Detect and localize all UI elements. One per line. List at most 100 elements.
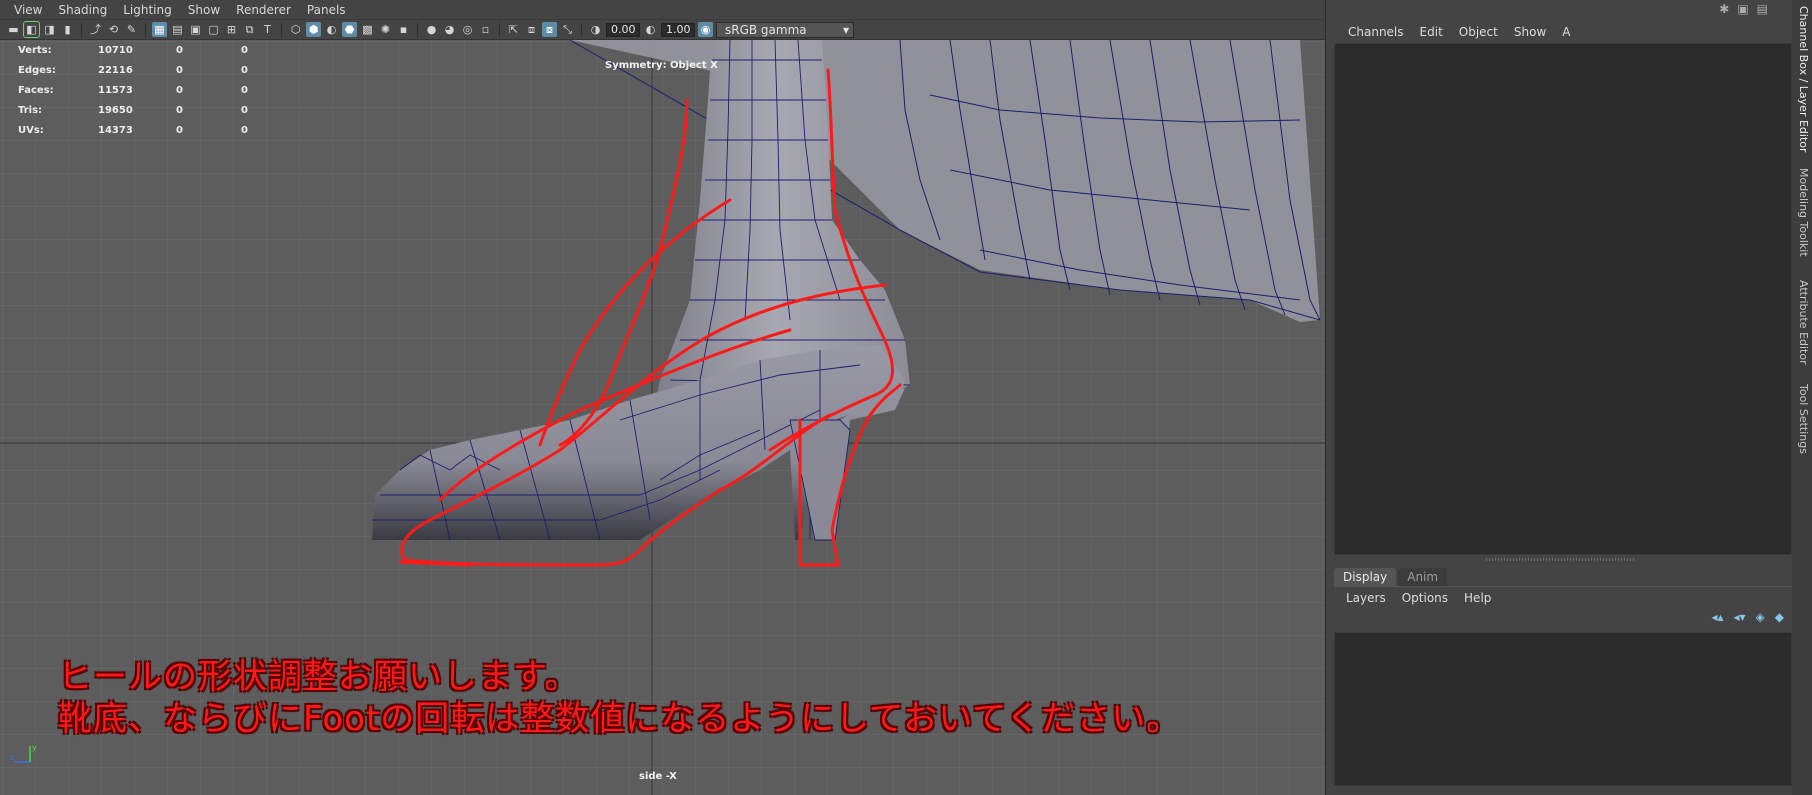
layer-editor-tabs: Display Anim	[1334, 568, 1448, 586]
menu-layers[interactable]: Layers	[1338, 588, 1394, 608]
shadows-icon[interactable]: ▪	[396, 22, 411, 37]
hud-row-tris: Tris: 19650 0 0	[18, 100, 281, 120]
two-d-pan-icon[interactable]: ⟲	[106, 22, 121, 37]
hud-value: 0	[176, 44, 183, 56]
xray-joints-icon[interactable]: ⧇	[542, 22, 557, 37]
new-empty-layer-icon[interactable]: ◈	[1756, 610, 1765, 624]
menu-options[interactable]: Options	[1394, 588, 1456, 608]
layer-action-icons: ◂▴ ◂▾ ◈ ◆	[1711, 610, 1784, 624]
menu-a[interactable]: A	[1554, 22, 1578, 42]
tab-anim[interactable]: Anim	[1398, 568, 1448, 586]
side-tab-channel-box[interactable]: Channel Box / Layer Editor	[1794, 6, 1810, 153]
move-layer-down-icon[interactable]: ◂▾	[1733, 610, 1745, 624]
menu-edit[interactable]: Edit	[1412, 22, 1451, 42]
hud-label: Edges:	[18, 64, 56, 76]
viewport-panel[interactable]: View Shading Lighting Show Renderer Pane…	[0, 0, 1326, 795]
hud-value: 0	[241, 124, 248, 136]
select-camera-icon[interactable]: ▬	[6, 22, 21, 37]
bookmark-icon[interactable]: ▮	[60, 22, 75, 37]
hud-value: 0	[241, 104, 248, 116]
wireframe-icon[interactable]: ⬡	[288, 22, 303, 37]
camera-name-label: side -X	[639, 771, 677, 782]
side-tab-modeling-toolkit[interactable]: Modeling Toolkit	[1794, 168, 1810, 257]
toolbar-separator	[81, 22, 82, 37]
menu-help[interactable]: Help	[1456, 588, 1499, 608]
menu-object[interactable]: Object	[1451, 22, 1506, 42]
motion-blur-icon[interactable]: ◕	[442, 22, 457, 37]
gamma-field[interactable]: 1.00	[661, 22, 695, 37]
xray-components-icon[interactable]: ⤡	[560, 22, 575, 37]
smooth-shade-icon[interactable]: ⬢	[306, 22, 321, 37]
exposure-icon[interactable]: ◑	[588, 22, 603, 37]
menu-view[interactable]: View	[6, 0, 50, 20]
hud-label: UVs:	[18, 124, 44, 136]
toolbar-separator	[417, 22, 418, 37]
hud-value: 0	[176, 64, 183, 76]
channel-box-menu: Channels Edit Object Show A	[1340, 22, 1578, 42]
channel-box-area[interactable]	[1334, 43, 1792, 555]
wireframe-on-shaded-icon[interactable]: ⬣	[342, 22, 357, 37]
gate-mask-icon[interactable]: ▢	[206, 22, 221, 37]
hud-row-edges: Edges: 22116 0 0	[18, 60, 281, 80]
default-material-icon[interactable]: ◐	[324, 22, 339, 37]
side-tab-strip: Channel Box / Layer Editor Modeling Tool…	[1792, 0, 1812, 795]
layer-editor-menu: Layers Options Help	[1338, 588, 1499, 608]
xray-icon[interactable]: ⧈	[524, 22, 539, 37]
camera-attributes-icon[interactable]: ◧	[23, 21, 40, 38]
side-tab-attribute-editor[interactable]: Attribute Editor	[1794, 280, 1810, 365]
menu-lighting[interactable]: Lighting	[115, 0, 180, 20]
image-plane-icon[interactable]: ⤴	[88, 22, 103, 37]
safe-action-icon[interactable]: ⧉	[242, 22, 257, 37]
toolbar-separator	[499, 22, 500, 37]
isolate-select-icon[interactable]: ⇱	[506, 22, 521, 37]
review-note-line: 靴底、ならびにFootの回転は整数値になるようにしておいてください。	[58, 699, 1182, 739]
axis-indicator-icon[interactable]: ✱	[1719, 2, 1729, 16]
tab-underline	[1334, 586, 1792, 587]
side-tab-tool-settings[interactable]: Tool Settings	[1794, 384, 1810, 454]
depth-of-field-icon[interactable]: ▫	[478, 22, 493, 37]
textured-icon[interactable]: ▩	[360, 22, 375, 37]
review-note-line: ヒールの形状調整お願いします。	[58, 657, 580, 697]
menu-shading[interactable]: Shading	[50, 0, 115, 20]
panel-toggle-icon[interactable]: ▣	[1737, 2, 1748, 16]
resolution-gate-icon[interactable]: ▣	[188, 22, 203, 37]
tab-display[interactable]: Display	[1334, 568, 1397, 586]
menu-channels[interactable]: Channels	[1340, 22, 1412, 42]
symmetry-label: Symmetry: Object X	[605, 60, 718, 71]
hud-value: 0	[241, 84, 248, 96]
viewport-menu-bar: View Shading Lighting Show Renderer Pane…	[0, 0, 1325, 20]
field-chart-icon[interactable]: ⊞	[224, 22, 239, 37]
hud-row-uvs: UVs: 14373 0 0	[18, 120, 281, 140]
move-layer-up-icon[interactable]: ◂▴	[1711, 610, 1723, 624]
toolbar-separator	[145, 22, 146, 37]
hud-value: 22116	[98, 64, 133, 76]
color-space-dropdown[interactable]: sRGB gamma ▾	[716, 21, 854, 38]
grid-icon[interactable]: ▦	[152, 22, 167, 37]
panel-splitter[interactable]	[1486, 558, 1636, 561]
new-layer-from-selection-icon[interactable]: ◆	[1775, 610, 1784, 624]
toolbar-separator	[281, 22, 282, 37]
film-gate-icon[interactable]: ▤	[170, 22, 185, 37]
safe-title-icon[interactable]: T	[260, 22, 275, 37]
exposure-field[interactable]: 0.00	[606, 22, 640, 37]
hud-value: 10710	[98, 44, 133, 56]
menu-panels[interactable]: Panels	[299, 0, 354, 20]
toolbar-separator	[581, 22, 582, 37]
viewport-toolbar: ▬ ◧ ◨ ▮ ⤴ ⟲ ✎ ▦ ▤ ▣ ▢ ⊞ ⧉ T ⬡ ⬢ ◐ ⬣ ▩ ✺ …	[0, 20, 1325, 40]
menu-renderer[interactable]: Renderer	[228, 0, 299, 20]
layer-list-area[interactable]	[1334, 632, 1792, 786]
grease-pencil-icon[interactable]: ✎	[124, 22, 139, 37]
screen-space-ao-icon[interactable]: ●	[424, 22, 439, 37]
panel-toggle-icon[interactable]: ▤	[1757, 2, 1768, 16]
anti-aliasing-icon[interactable]: ◎	[460, 22, 475, 37]
color-management-icon[interactable]: ◉	[698, 22, 713, 37]
gamma-icon[interactable]: ◐	[643, 22, 658, 37]
bookmark-camera-icon[interactable]: ◨	[42, 22, 57, 37]
hud-label: Faces:	[18, 84, 54, 96]
menu-show[interactable]: Show	[1506, 22, 1554, 42]
right-panel: ✱ ▣ ▤ Channels Edit Object Show A Displa…	[1326, 0, 1812, 795]
hud-value: 11573	[98, 84, 133, 96]
poly-count-hud: Verts: 10710 0 0 Edges: 22116 0 0 Faces:…	[18, 40, 281, 140]
lights-icon[interactable]: ✺	[378, 22, 393, 37]
menu-show[interactable]: Show	[180, 0, 228, 20]
